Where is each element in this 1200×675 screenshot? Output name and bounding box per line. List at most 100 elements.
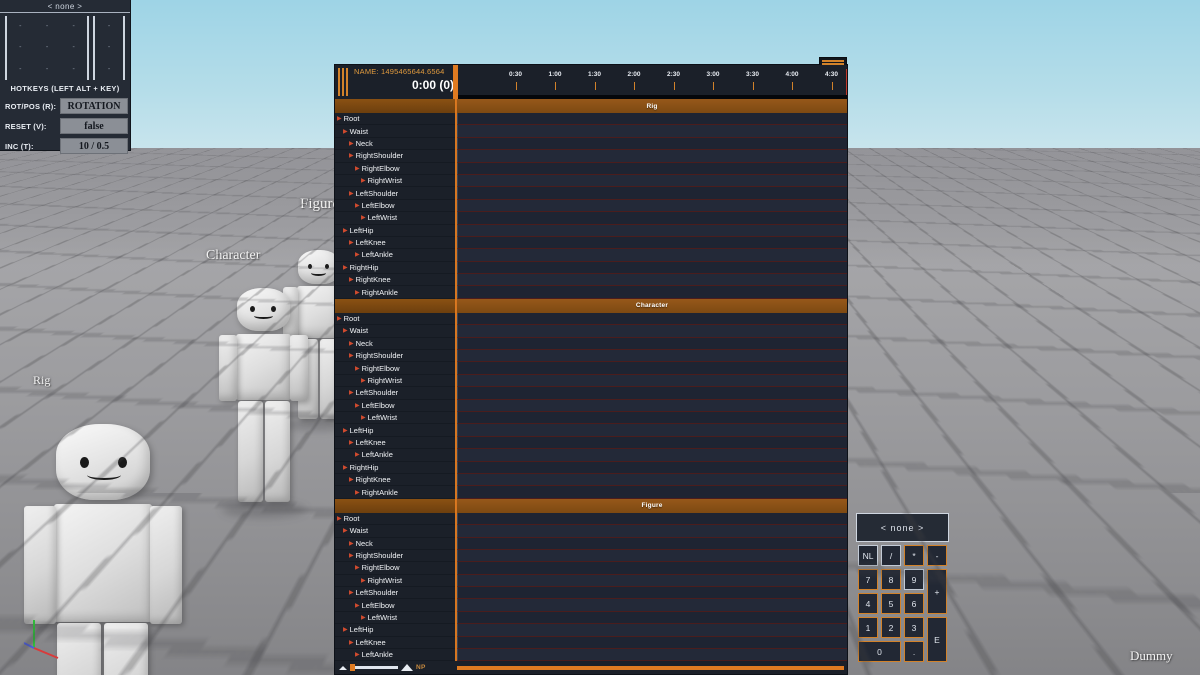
bone-name-cell[interactable]: ▶LeftShoulder (335, 187, 457, 199)
bone-row[interactable]: ▶RightKnee (335, 474, 847, 486)
bone-keyframe-track[interactable] (457, 125, 847, 137)
expand-arrow-icon[interactable]: ▶ (355, 564, 360, 571)
expand-arrow-icon[interactable]: ▶ (361, 177, 366, 184)
bone-row[interactable]: ▶LeftElbow (335, 200, 847, 212)
bone-name-cell[interactable]: ▶Neck (335, 338, 457, 350)
bone-row[interactable]: ▶Neck (335, 138, 847, 150)
hotkey-cell[interactable]: - (95, 16, 123, 37)
bone-keyframe-track[interactable] (457, 400, 847, 412)
numpad-key-divide[interactable]: / (881, 545, 901, 566)
bone-keyframe-track[interactable] (457, 449, 847, 461)
expand-arrow-icon[interactable]: ▶ (355, 489, 360, 496)
numpad-key-minus[interactable]: - (927, 545, 947, 566)
timeline-ruler[interactable]: 0:301:001:302:002:303:003:304:004:30 (457, 65, 847, 99)
expand-arrow-icon[interactable]: ▶ (349, 352, 354, 359)
expand-arrow-icon[interactable]: ▶ (343, 464, 348, 471)
expand-arrow-icon[interactable]: ▶ (343, 427, 348, 434)
bone-name-cell[interactable]: ▶RightKnee (335, 474, 457, 486)
bone-keyframe-track[interactable] (457, 138, 847, 150)
expand-arrow-icon[interactable]: ▶ (349, 239, 354, 246)
bone-name-cell[interactable]: ▶RightShoulder (335, 550, 457, 562)
bone-row[interactable]: ▶RightKnee (335, 274, 847, 286)
bone-name-cell[interactable]: ▶LeftShoulder (335, 587, 457, 599)
numpad-key-0[interactable]: 0 (858, 641, 901, 662)
bone-row[interactable]: ▶LeftShoulder (335, 387, 847, 399)
bone-keyframe-track[interactable] (457, 486, 847, 498)
bone-keyframe-track[interactable] (457, 612, 847, 624)
bone-name-cell[interactable]: ▶LeftHip (335, 624, 457, 636)
bone-keyframe-track[interactable] (457, 212, 847, 224)
bone-row[interactable]: ▶LeftWrist (335, 612, 847, 624)
bone-keyframe-track[interactable] (457, 375, 847, 387)
bone-keyframe-track[interactable] (457, 274, 847, 286)
bone-name-cell[interactable]: ▶LeftElbow (335, 400, 457, 412)
bone-keyframe-track[interactable] (457, 387, 847, 399)
numpad-key-3[interactable]: 3 (904, 617, 924, 638)
hotkey-cell[interactable]: - (34, 37, 61, 58)
bone-row[interactable]: ▶LeftAnkle (335, 449, 847, 461)
hotkey-cell[interactable]: - (34, 16, 61, 37)
expand-arrow-icon[interactable]: ▶ (355, 202, 360, 209)
bone-keyframe-track[interactable] (457, 624, 847, 636)
bone-row[interactable]: ▶LeftKnee (335, 237, 847, 249)
bone-name-cell[interactable]: ▶LeftShoulder (335, 387, 457, 399)
bone-name-cell[interactable]: ▶LeftAnkle (335, 649, 457, 661)
zoom-out-icon[interactable] (339, 666, 347, 670)
bone-name-cell[interactable]: ▶Root (335, 313, 457, 325)
setting-value-rotpos[interactable]: ROTATION (60, 98, 128, 114)
bone-keyframe-track[interactable] (457, 649, 847, 661)
bone-row[interactable]: ▶LeftHip (335, 225, 847, 237)
expand-arrow-icon[interactable]: ▶ (337, 115, 342, 122)
bone-keyframe-track[interactable] (457, 550, 847, 562)
numpad-key-plus[interactable]: + (927, 569, 947, 614)
bone-row[interactable]: ▶Root (335, 113, 847, 125)
hotkey-cell[interactable]: - (34, 59, 61, 80)
bone-name-cell[interactable]: ▶Neck (335, 538, 457, 550)
bone-row[interactable]: ▶Root (335, 513, 847, 525)
bone-keyframe-track[interactable] (457, 286, 847, 298)
bone-name-cell[interactable]: ▶Waist (335, 125, 457, 137)
numpad-key-e[interactable]: E (927, 617, 947, 662)
bone-row[interactable]: ▶LeftAnkle (335, 249, 847, 261)
bone-name-cell[interactable]: ▶RightWrist (335, 175, 457, 187)
bone-name-cell[interactable]: ▶RightShoulder (335, 150, 457, 162)
bone-name-cell[interactable]: ▶RightElbow (335, 362, 457, 374)
expand-arrow-icon[interactable]: ▶ (349, 340, 354, 347)
bone-row[interactable]: ▶LeftKnee (335, 637, 847, 649)
numpad-key-5[interactable]: 5 (881, 593, 901, 614)
bone-name-cell[interactable]: ▶RightElbow (335, 163, 457, 175)
bone-keyframe-track[interactable] (457, 474, 847, 486)
bone-keyframe-track[interactable] (457, 163, 847, 175)
bone-row[interactable]: ▶Waist (335, 125, 847, 137)
bone-name-cell[interactable]: ▶LeftWrist (335, 212, 457, 224)
bone-keyframe-track[interactable] (457, 599, 847, 611)
bone-name-cell[interactable]: ▶Waist (335, 325, 457, 337)
expand-arrow-icon[interactable]: ▶ (355, 451, 360, 458)
bone-name-cell[interactable]: ▶Root (335, 113, 457, 125)
numpad-key-8[interactable]: 8 (881, 569, 901, 590)
hotkey-cell[interactable]: - (60, 59, 87, 80)
hotkey-cell[interactable]: - (95, 37, 123, 58)
bone-keyframe-track[interactable] (457, 237, 847, 249)
hotkey-cell[interactable]: - (7, 59, 34, 80)
zoom-slider-knob[interactable] (350, 664, 355, 671)
numpad-key-6[interactable]: 6 (904, 593, 924, 614)
bone-name-cell[interactable]: ▶Root (335, 513, 457, 525)
bone-keyframe-track[interactable] (457, 562, 847, 574)
bone-keyframe-track[interactable] (457, 262, 847, 274)
bone-row[interactable]: ▶RightShoulder (335, 550, 847, 562)
bone-row[interactable]: ▶LeftElbow (335, 400, 847, 412)
bone-name-cell[interactable]: ▶Neck (335, 138, 457, 150)
expand-arrow-icon[interactable]: ▶ (343, 327, 348, 334)
bone-row[interactable]: ▶RightAnkle (335, 286, 847, 298)
bone-name-cell[interactable]: ▶RightElbow (335, 562, 457, 574)
bone-keyframe-track[interactable] (457, 187, 847, 199)
setting-value-reset[interactable]: false (60, 118, 128, 134)
bone-name-cell[interactable]: ▶LeftHip (335, 225, 457, 237)
zoom-slider[interactable] (350, 666, 398, 669)
numpad-key-2[interactable]: 2 (881, 617, 901, 638)
bone-name-cell[interactable]: ▶RightHip (335, 462, 457, 474)
bone-keyframe-track[interactable] (457, 525, 847, 537)
bone-keyframe-track[interactable] (457, 637, 847, 649)
horizontal-scrollbar[interactable] (457, 666, 844, 670)
